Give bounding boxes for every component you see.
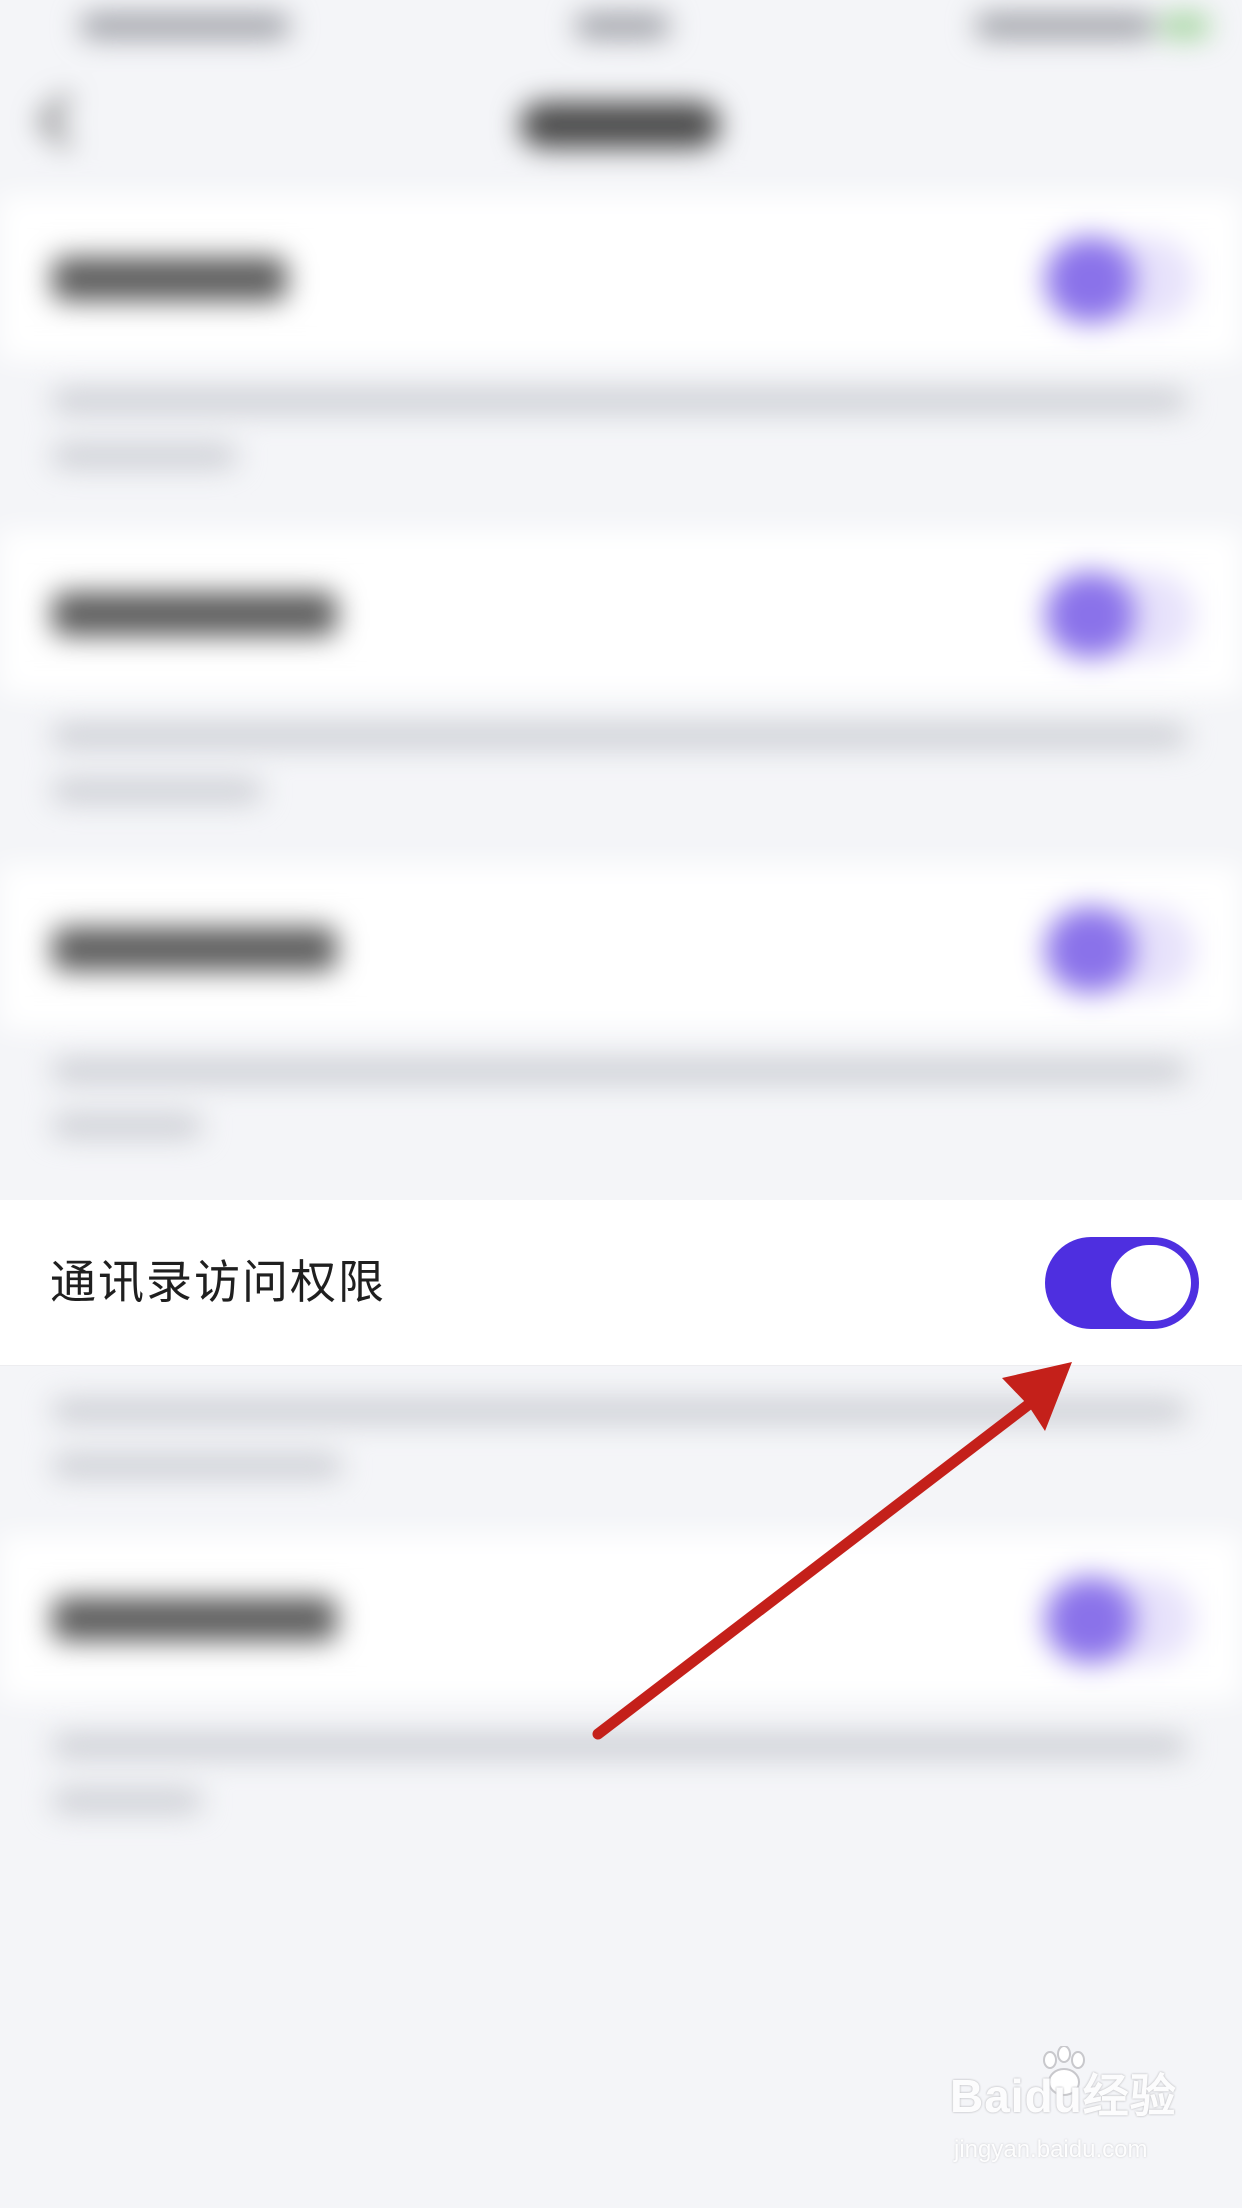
toggle-switch-blurred[interactable] — [1045, 572, 1195, 658]
baidu-jingyan-watermark: Baidu经验 jingyan.baidu.com — [950, 2046, 1210, 2180]
settings-row-blurred — [0, 865, 1242, 1030]
description-blurred — [52, 390, 1187, 412]
watermark-url: jingyan.baidu.com — [954, 2136, 1148, 2163]
contacts-permission-row[interactable]: 通讯录访问权限 — [0, 1200, 1242, 1366]
chevron-left-icon[interactable] — [38, 94, 92, 148]
settings-row-blurred — [0, 1535, 1242, 1700]
settings-row-blurred — [0, 195, 1242, 360]
nav-bar — [0, 60, 1242, 190]
description-blurred — [52, 725, 1187, 747]
toggle-switch-blurred[interactable] — [1045, 1577, 1195, 1663]
blurred-background — [0, 0, 1242, 2208]
description-blurred — [52, 1735, 1187, 1757]
description-blurred — [52, 1400, 1187, 1422]
description-blurred — [52, 1060, 1187, 1082]
contacts-permission-toggle[interactable] — [1045, 1237, 1199, 1329]
contacts-permission-label: 通讯录访问权限 — [50, 1255, 386, 1309]
toggle-switch-blurred[interactable] — [1045, 907, 1195, 993]
permissions-settings-screen: 通讯录访问权限 Baidu经验 jingyan.baidu.com — [0, 0, 1242, 2208]
settings-row-blurred — [0, 530, 1242, 695]
watermark-brand: Baidu经验 — [950, 2070, 1177, 2122]
toggle-knob — [1111, 1245, 1191, 1321]
page-title-blurred — [520, 102, 720, 148]
toggle-switch-blurred[interactable] — [1045, 237, 1195, 323]
status-bar — [0, 0, 1242, 60]
